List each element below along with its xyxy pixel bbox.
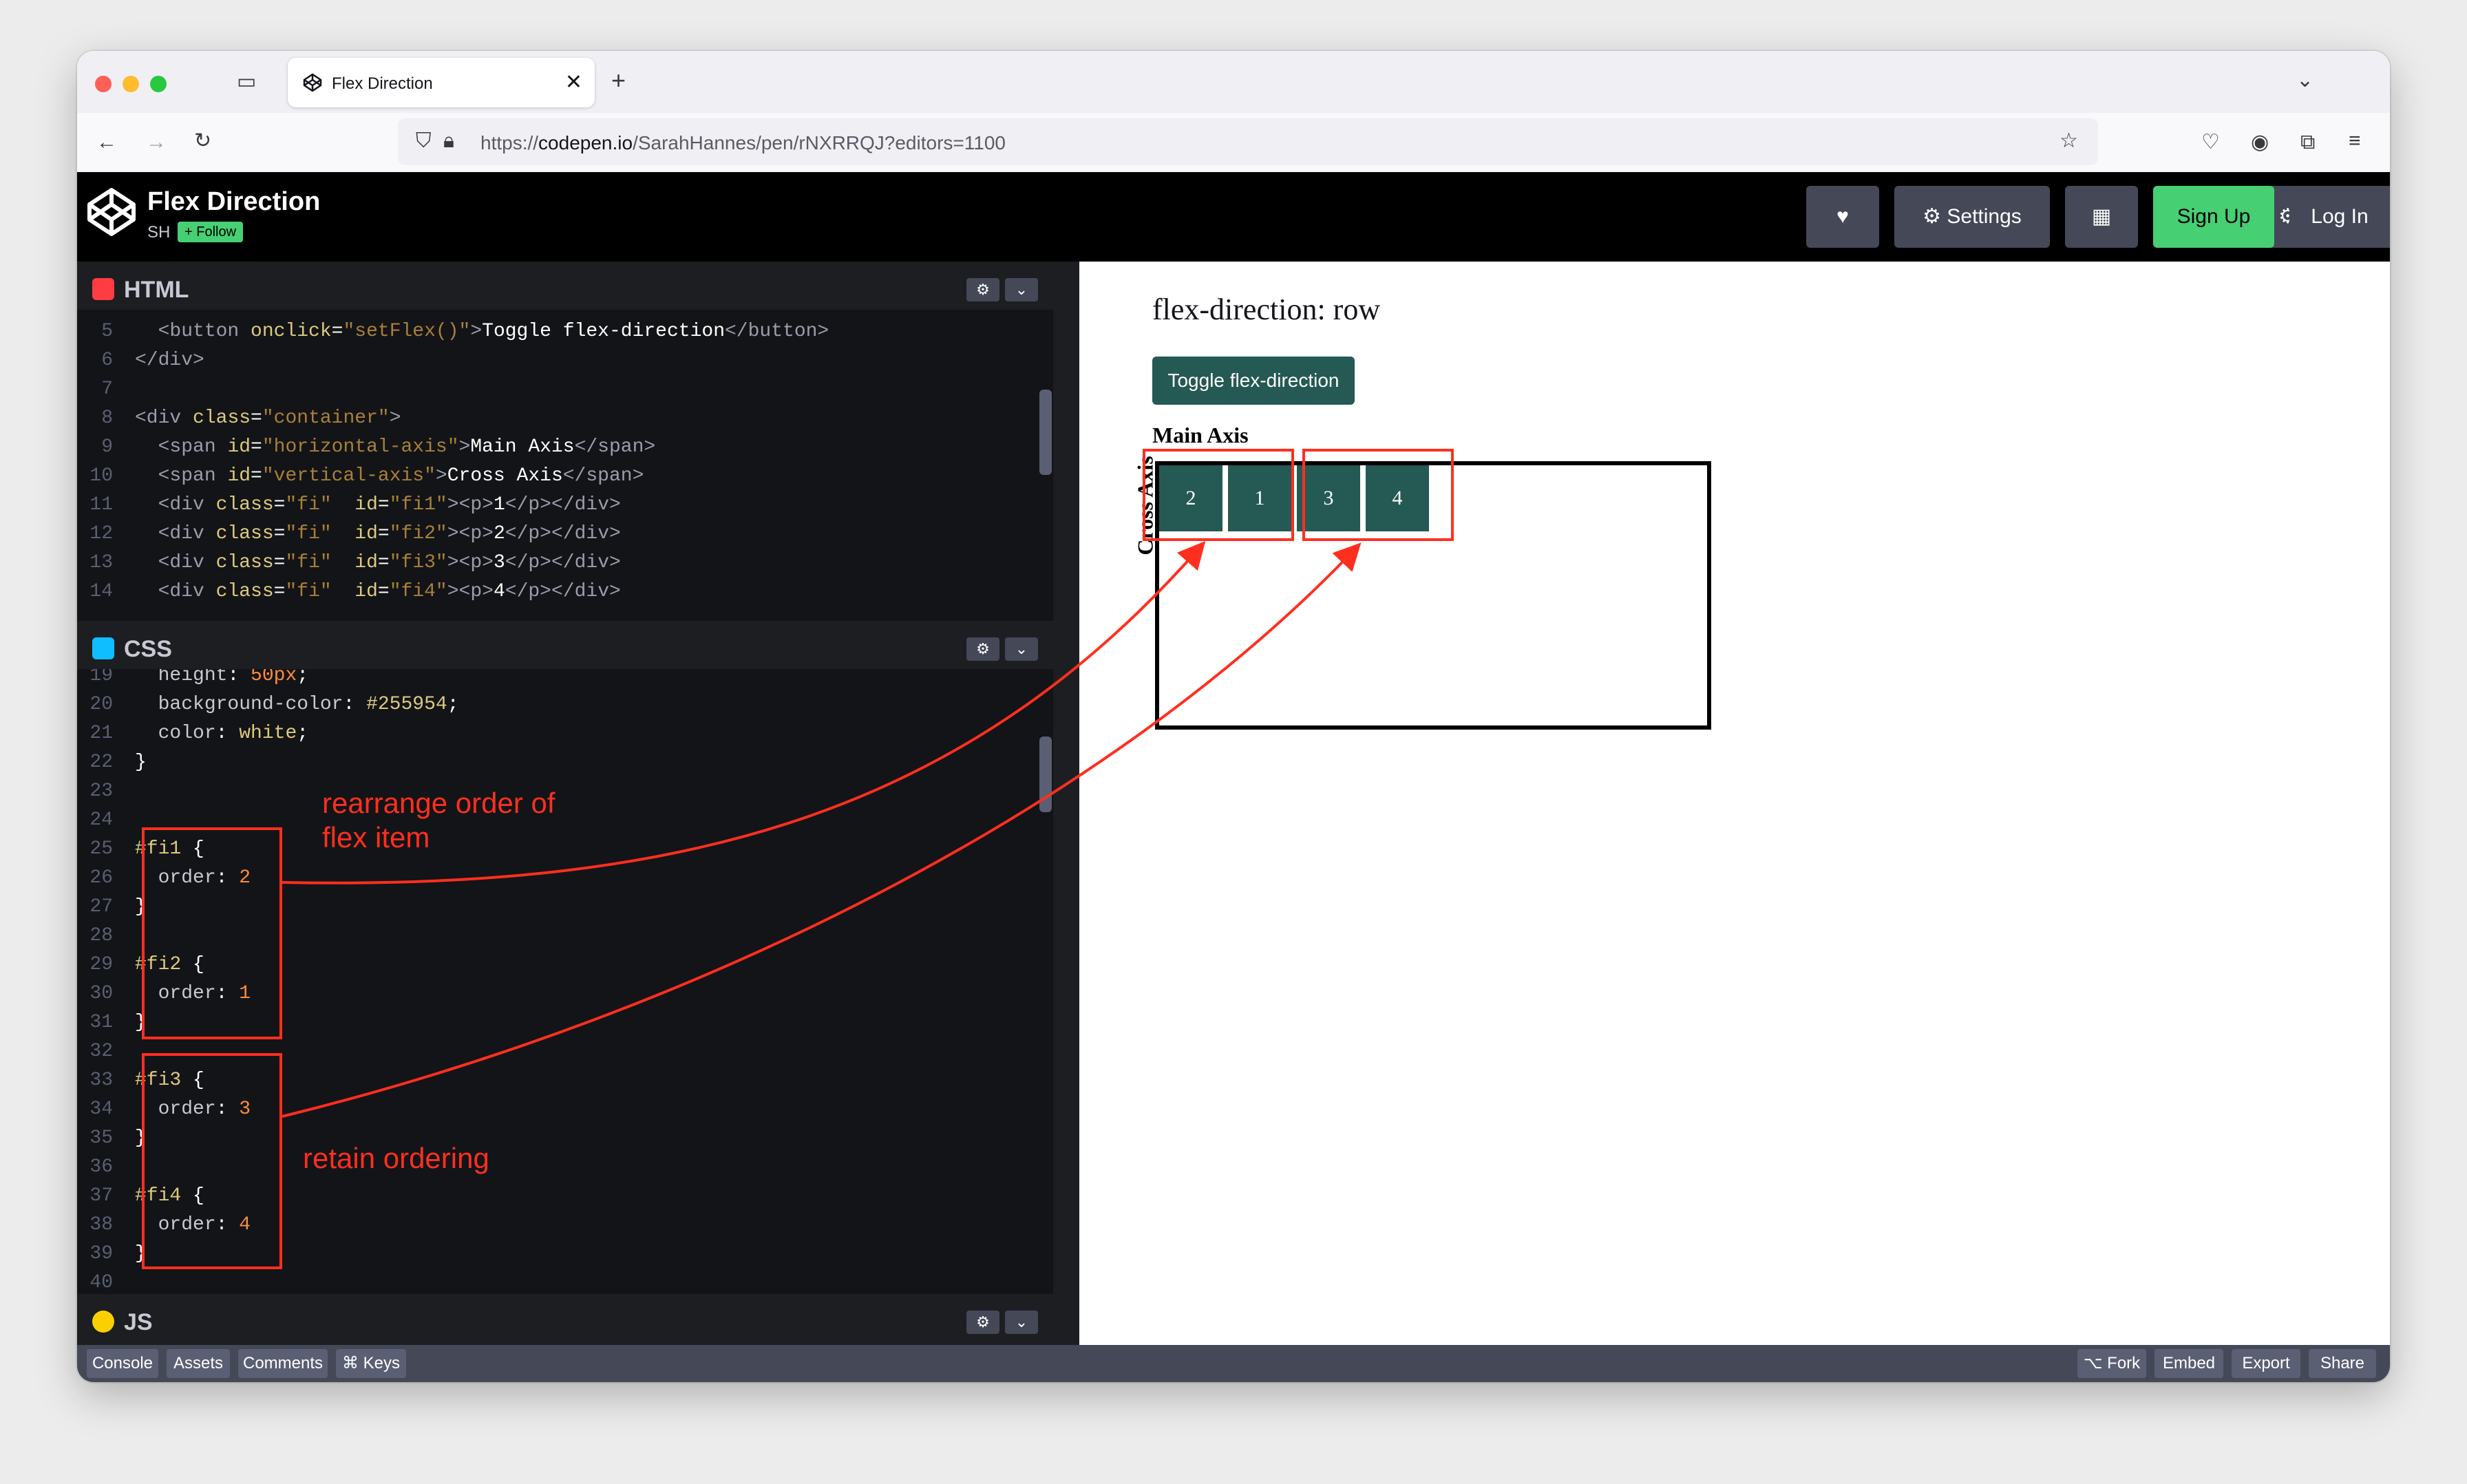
arrow-rearrange [282, 540, 1206, 884]
arrow-retain [282, 542, 1362, 1118]
browser-window: ▭ Flex Direction ✕ + ⌄ ← → ↻ ♡ ◉ ⧉ ≡ ⛉ 🔒… [77, 51, 2390, 1382]
annotation-arrows [282, 540, 1362, 1118]
